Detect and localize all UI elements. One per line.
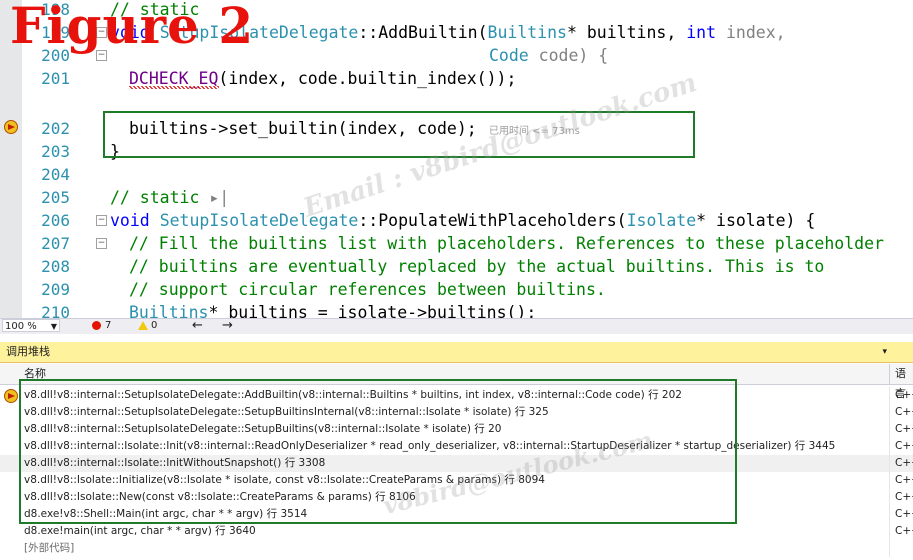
code-line[interactable]: 201 DCHECK_EQ(index, code.builtin_index(…	[0, 67, 913, 90]
stack-frame-language: C++	[895, 457, 913, 469]
code-line[interactable]: 210 Builtins* builtins = isolate->builti…	[0, 301, 913, 318]
stack-frame-language: C++	[895, 423, 913, 435]
stack-frame-name: d8.exe!main(int argc, char * * argv) 行 3…	[24, 525, 256, 537]
panel-menu-chevron-icon[interactable]: ▾	[882, 342, 887, 362]
column-divider[interactable]	[889, 364, 890, 384]
stack-frame-language: C++	[895, 491, 913, 503]
code-line[interactable]: 205 // static ▸|	[0, 186, 913, 209]
code-text: // Fill the builtins list with placehold…	[129, 234, 884, 253]
line-number: 208	[41, 257, 70, 276]
editor-status-bar: 100 % ▼ 7 0 ← →	[0, 318, 913, 334]
error-squiggle	[129, 86, 219, 89]
collapsed-marker-icon: ▸|	[209, 188, 230, 207]
stack-frame-row[interactable]: d8.exe!main(int argc, char * * argv) 行 3…	[0, 523, 913, 540]
line-number: 209	[41, 280, 70, 299]
chevron-down-icon: ▼	[50, 322, 57, 331]
stack-frame-language: C++	[895, 474, 913, 486]
stack-frame-language: C++	[895, 389, 913, 401]
panel-title-bar[interactable]: 调用堆栈 ▾	[0, 342, 913, 363]
error-icon[interactable]	[92, 321, 101, 330]
code-text: // support circular references between b…	[129, 280, 606, 299]
code-text: void SetupIsolateDelegate::PopulateWithP…	[110, 211, 816, 230]
code-text: // static ▸|	[110, 188, 230, 207]
warning-icon[interactable]	[138, 321, 148, 330]
line-number: 202	[41, 119, 70, 138]
code-editor[interactable]: 198 // static 199 − void SetupIsolateDel…	[0, 0, 913, 318]
code-text: // builtins are eventually replaced by t…	[129, 257, 825, 276]
code-line[interactable]: 206 − void SetupIsolateDelegate::Populat…	[0, 209, 913, 232]
breakpoint-current-line-icon[interactable]	[4, 120, 18, 134]
stack-frame-name: [外部代码]	[24, 542, 75, 554]
zoom-select[interactable]: 100 % ▼	[2, 319, 60, 332]
error-count[interactable]: 7	[105, 319, 111, 333]
panel-title: 调用堆栈	[6, 345, 50, 358]
current-frame-arrow-icon	[4, 389, 18, 403]
nav-forward-arrow-icon[interactable]: →	[222, 319, 233, 333]
line-number: 206	[41, 211, 70, 230]
code-line[interactable]: 208 // builtins are eventually replaced …	[0, 255, 913, 278]
line-number: 205	[41, 188, 70, 207]
stack-frame-language: C++	[895, 406, 913, 418]
fold-toggle-icon[interactable]: −	[96, 238, 107, 249]
line-number: 201	[41, 69, 70, 88]
stack-frame-language: C++	[895, 440, 913, 452]
code-line[interactable]: 207 − // Fill the builtins list with pla…	[0, 232, 913, 255]
figure-label: Figure 2	[10, 0, 255, 55]
warning-count[interactable]: 0	[151, 319, 157, 333]
line-number: 203	[41, 142, 70, 161]
call-stack-panel: 调用堆栈 ▾ 名称 语言 v8.dll!v8::internal::SetupI…	[0, 342, 913, 560]
code-text: Builtins* builtins = isolate->builtins()…	[129, 303, 537, 318]
stack-frame-language: C++	[895, 508, 913, 520]
nav-back-arrow-icon[interactable]: ←	[192, 319, 203, 333]
stack-frame-row[interactable]: [外部代码]	[0, 540, 913, 557]
line-number: 204	[41, 165, 70, 184]
line-number: 207	[41, 234, 70, 253]
code-text: Code code) {	[489, 46, 609, 65]
code-line[interactable]: 209 // support circular references betwe…	[0, 278, 913, 301]
line-number: 210	[41, 303, 70, 318]
stack-frame-language: C++	[895, 525, 913, 537]
fold-toggle-icon[interactable]: −	[96, 215, 107, 226]
